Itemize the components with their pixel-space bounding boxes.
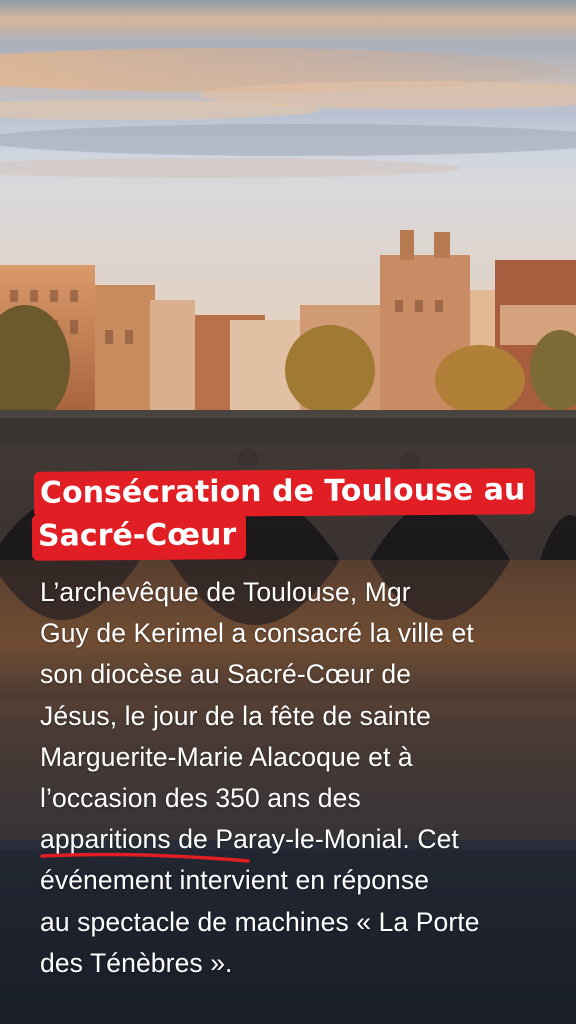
paragraph-line: l’occasion des 350 ans des [40, 783, 361, 814]
headline: Consécration de Toulouse au Sacré-Cœur [31, 468, 552, 561]
paragraph-line: Marguerite-Marie Alacoque et à [40, 741, 413, 772]
headline-line-2: Sacré-Cœur [31, 513, 247, 561]
paragraph-line: Jésus, le jour de la fête de sainte [40, 700, 431, 731]
paragraph-line: événement intervient en réponse [40, 865, 430, 896]
paragraph-line: au spectacle de machines « La Porte [40, 906, 480, 937]
article-paragraph: L’archevêque de Toulouse, Mgr Guy de Ker… [40, 572, 550, 984]
paragraph-line: Guy de Kerimel a consacré la ville et [40, 618, 474, 649]
paragraph-line: des Ténèbres ». [40, 947, 233, 978]
story-card: Consécration de Toulouse au Sacré-Cœur L… [0, 0, 576, 1024]
paragraph-line: L’archevêque de Toulouse, Mgr [40, 577, 411, 607]
headline-line-1: Consécration de Toulouse au [33, 468, 536, 518]
red-underline-stroke [40, 852, 250, 863]
paragraph-line: son diocèse au Sacré-Cœur de [40, 659, 412, 690]
